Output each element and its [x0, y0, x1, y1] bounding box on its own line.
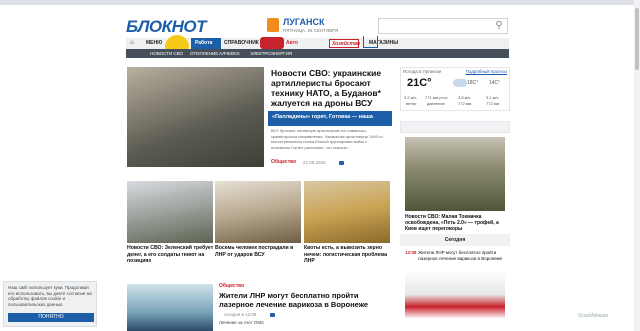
search-icon[interactable]: ⚲ — [493, 20, 505, 32]
car-icon — [260, 37, 284, 49]
cookie-banner: Наш сайт использует куки. Продолжая его … — [3, 281, 97, 327]
city-selector[interactable]: ЛУГАНСК — [283, 17, 324, 27]
nav-menu[interactable]: МЕНЮ — [146, 40, 162, 46]
bottom-article-date: сегодня в 12:08 — [224, 312, 257, 317]
sidebar-header — [400, 121, 510, 133]
header-date: ПЯТНИЦА, 26 СЕНТЯБРЯ — [283, 28, 339, 33]
cookie-text: Наш сайт использует куки. Продолжая его … — [8, 285, 92, 307]
nav-auto-label[interactable]: Авто — [286, 40, 298, 46]
sub-nav-electro[interactable]: ЭЛЕКТРОЭНЕРГИЯ — [250, 51, 292, 56]
comment-icon — [339, 161, 344, 165]
card-image-2[interactable] — [215, 181, 301, 243]
sub-nav: НОВОСТИ СВО ОТОПЛЕНИЕ АЛЧЕВСК ЭЛЕКТРОЭНЕ… — [126, 49, 509, 58]
bottom-article-tag[interactable]: Общество — [219, 283, 244, 289]
today-item[interactable]: Жители ЛНР могут бесплатно пройти лазерн… — [418, 250, 508, 262]
card-image-3[interactable] — [304, 181, 390, 243]
weather-press3: 772 мм — [486, 101, 500, 106]
hero-date: 22.09.2025 — [303, 160, 326, 165]
sidebar-image[interactable] — [405, 137, 505, 211]
nav-spravochnik[interactable]: СПРАВОЧНИК — [224, 40, 259, 46]
watermark: ScanMalware — [578, 313, 609, 319]
nav-hozyaystvo-label: Хозяйство — [332, 41, 360, 47]
site-header: БЛОКНОТ ЛУГАНСК ПЯТНИЦА, 26 СЕНТЯБРЯ ⚲ — [0, 5, 640, 38]
sidebar-image-2[interactable] — [405, 270, 505, 331]
card-caption-2[interactable]: Восемь человек пострадали в ЛНР от ударо… — [215, 245, 303, 258]
comment-icon — [270, 313, 275, 317]
weather-press2: 772 мм — [458, 101, 472, 106]
scrollbar-thumb[interactable] — [635, 8, 639, 70]
sidebar-caption[interactable]: Новости СВО: Малая Токмачка освобождена,… — [405, 214, 505, 232]
hero-tag[interactable]: Общество — [271, 159, 296, 165]
bottom-article-title[interactable]: Жители ЛНР могут бесплатно пройти лазерн… — [219, 291, 379, 309]
nav-rabota-label: Работа — [195, 40, 213, 46]
sub-nav-alchevsk[interactable]: АЛЧЕВСК — [219, 51, 240, 56]
weather-wind2: 3.8 м/с — [458, 95, 471, 100]
hero-highlight[interactable]: «Палладины» горят, Готовка — наша — [268, 111, 392, 126]
weather-press-label: давление — [427, 101, 445, 106]
weather-press1: 771 мм рт.ст. — [425, 95, 449, 100]
sub-nav-otoplenie[interactable]: ОТОПЛЕНИЕ — [190, 51, 218, 56]
nav-rabota[interactable]: Работа — [191, 38, 221, 49]
weather-forecast-link[interactable]: Подробный прогноз — [466, 69, 507, 74]
today-time: 12:08 — [405, 250, 417, 255]
weather-wind3: 3.1 м/с — [486, 95, 499, 100]
city-pin-icon — [267, 18, 279, 32]
basket-icon — [363, 36, 378, 48]
sub-nav-svo[interactable]: НОВОСТИ СВО — [150, 51, 183, 56]
weather-col1: 18С° — [467, 80, 479, 86]
site-logo[interactable]: БЛОКНОТ — [126, 17, 206, 37]
home-icon[interactable]: ⌂ — [130, 40, 134, 46]
weather-widget: Погода в Луганске Подробный прогноз 21С°… — [400, 67, 510, 111]
hero-image[interactable] — [127, 67, 264, 167]
card-image-1[interactable] — [127, 181, 213, 243]
cloud-icon — [453, 79, 467, 87]
weather-wind1: 3.2 м/с — [404, 95, 417, 100]
weather-col2: 14С° — [489, 80, 501, 86]
search-input[interactable]: ⚲ — [378, 18, 508, 34]
today-header: Сегодня — [400, 234, 510, 246]
card-caption-1[interactable]: Новости СВО: Зеленский требует денег, а … — [127, 245, 215, 265]
hero-title[interactable]: Новости СВО: украинские артиллеристы бро… — [271, 68, 383, 108]
weather-wind-label: ветер — [406, 101, 417, 106]
cookie-accept-button[interactable]: ПОНЯТНО — [8, 313, 94, 322]
card-caption-3[interactable]: Квоты есть, а вывозить зерно нечем: логи… — [304, 245, 392, 265]
bottom-article-subtitle: Лечение за счет ОМС — [219, 320, 265, 325]
weather-temp: 21С° — [407, 77, 432, 89]
nav-hozyaystvo[interactable]: Хозяйство — [329, 39, 360, 48]
weather-title: Погода в Луганске — [403, 69, 442, 74]
bottom-article-image[interactable] — [127, 284, 213, 331]
hero-excerpt: ВСУ бросают натовскую артиллерию на слав… — [271, 128, 383, 150]
